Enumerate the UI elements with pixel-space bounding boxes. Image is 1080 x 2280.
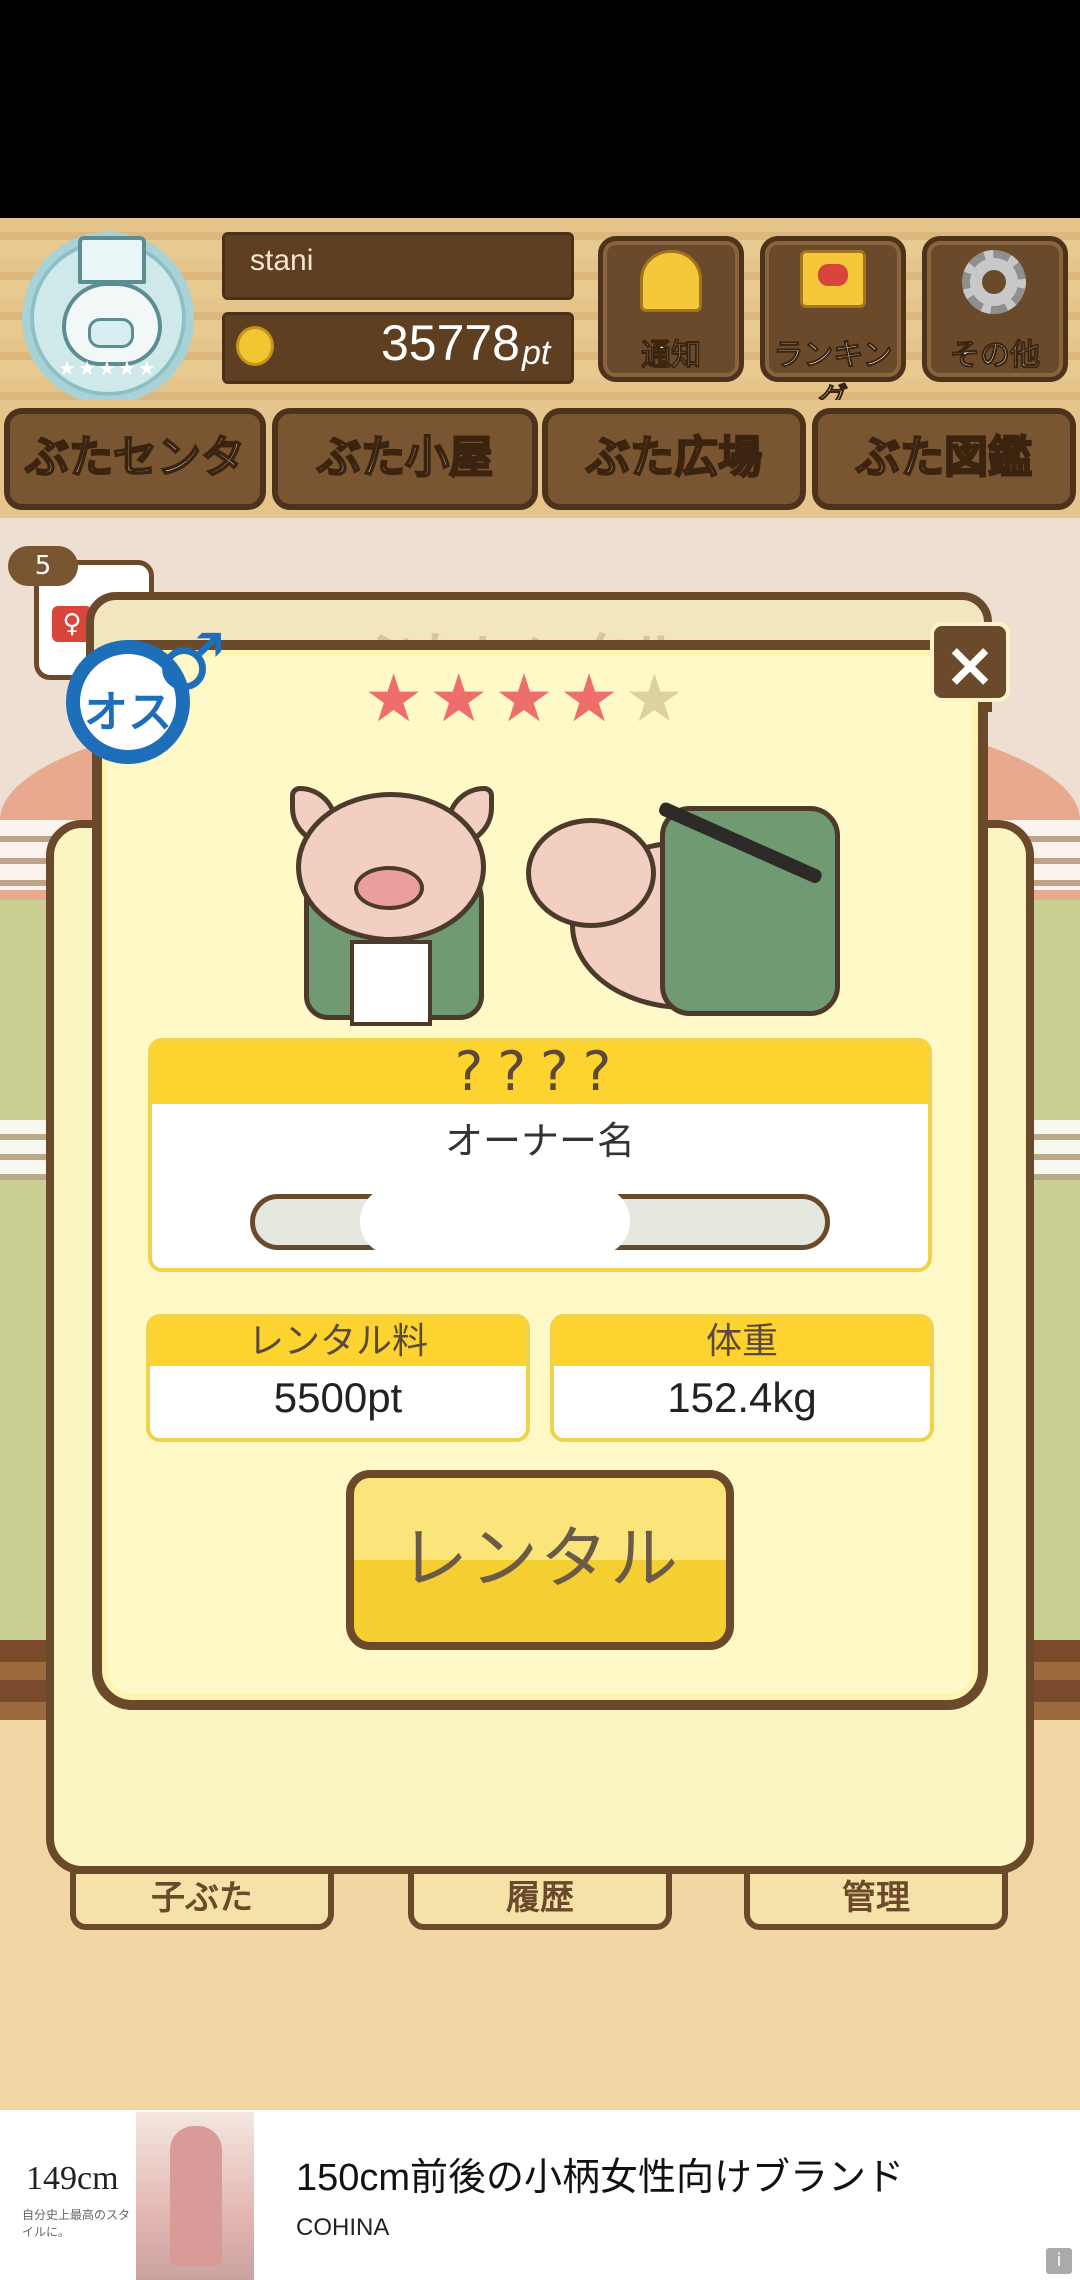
pig-name: ???? — [454, 1040, 626, 1103]
ad-title[interactable]: 150cm前後の小柄女性向けブランド — [296, 2146, 904, 2201]
bell-icon — [640, 250, 702, 312]
status-bar — [0, 0, 1080, 218]
tab-buta-hut[interactable]: ぶた小屋 — [272, 408, 538, 510]
rental-fee-value: 5500pt — [273, 1374, 403, 1421]
rental-button[interactable]: レンタル — [346, 1470, 734, 1650]
star-empty-icon: ★ — [624, 660, 690, 737]
ad-brand[interactable]: COHINA — [296, 2214, 389, 2242]
rating-stars: ★★★★★ — [364, 664, 744, 734]
pig-snout-icon — [88, 318, 134, 348]
tab-buta-center[interactable]: ぶたセンター — [4, 408, 266, 572]
owner-label: オーナー名 — [444, 1119, 635, 1163]
other-label: その他 — [950, 338, 1041, 374]
pig-snout-icon — [354, 866, 424, 910]
star-filled-icon: ★ — [429, 660, 495, 737]
points-value: 35778 — [380, 315, 520, 371]
history-button[interactable]: 履歴 — [408, 1868, 672, 1930]
pig-front-robe — [350, 940, 432, 1026]
count-badge: 5 — [8, 546, 78, 586]
ad-size-text: 149cm — [26, 2160, 119, 2197]
username: stani — [250, 244, 314, 277]
info-icon[interactable]: i — [1046, 2248, 1072, 2274]
star-filled-icon: ★ — [559, 660, 625, 737]
notification-label: 通知 — [641, 338, 702, 374]
pig-side-robe — [660, 806, 840, 1016]
rank-stars-icon: ★★★★★ — [58, 356, 158, 380]
gear-hole — [982, 270, 1006, 294]
star-filled-icon: ★ — [494, 660, 560, 737]
tab-buta-encyclopedia[interactable]: ぶた図鑑 — [812, 408, 1076, 510]
crown-icon — [78, 236, 146, 284]
ad-model-figure — [170, 2126, 222, 2266]
coin-icon — [236, 326, 274, 366]
child-pig-button[interactable]: 子ぶた — [70, 1868, 334, 1930]
redaction-mark — [360, 1186, 630, 1256]
weight-label: 体重 — [554, 1318, 930, 1366]
rental-fee-label: レンタル料 — [150, 1318, 526, 1366]
tab-buta-plaza[interactable]: ぶた広場 — [542, 408, 806, 510]
male-icon: ♂ — [156, 618, 226, 708]
star-filled-icon: ★ — [364, 660, 430, 737]
points-unit: pt — [522, 334, 551, 372]
close-button[interactable]: × — [930, 622, 1010, 702]
ad-size-caption: 自分史上最高のスタイルに。 — [22, 2208, 131, 2239]
crown-gem-icon — [818, 264, 848, 286]
pig-side-head — [526, 818, 656, 928]
weight-value: 152.4kg — [667, 1374, 817, 1421]
manage-button[interactable]: 管理 — [744, 1868, 1008, 1930]
